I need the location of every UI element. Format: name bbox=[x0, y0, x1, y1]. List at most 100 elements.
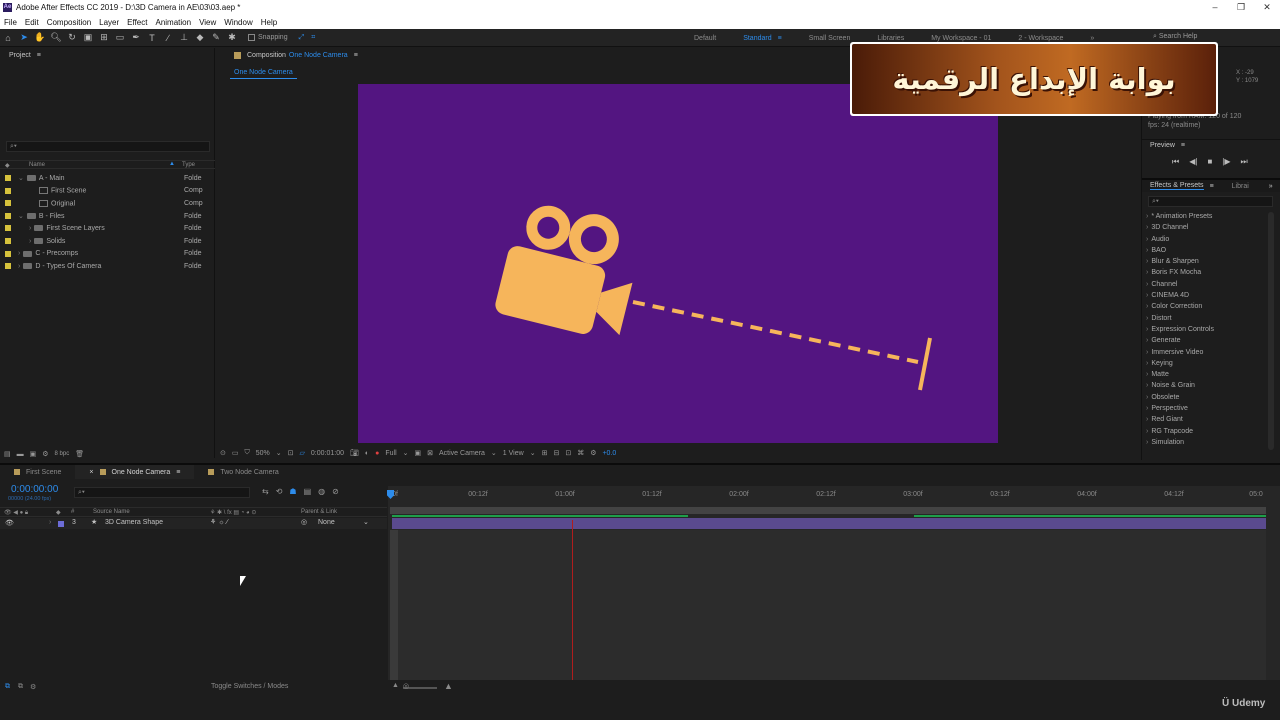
first-frame-button[interactable]: ⏮ bbox=[1172, 157, 1179, 167]
draft-3d-icon[interactable]: ⟲ bbox=[276, 487, 283, 496]
shy-layers-icon[interactable]: ☗ bbox=[289, 487, 296, 496]
new-folder-icon[interactable]: ▬ bbox=[17, 451, 24, 458]
type-column-header[interactable]: Type bbox=[182, 162, 195, 168]
disclosure-arrow-icon[interactable]: › bbox=[18, 263, 20, 270]
exposure-value[interactable]: +0.0 bbox=[602, 450, 616, 457]
effect-category[interactable]: › 3D Channel bbox=[1146, 222, 1266, 233]
expand-layer-arrow-icon[interactable]: › bbox=[49, 519, 51, 526]
transparency-icon[interactable]: ⛉ bbox=[245, 449, 250, 457]
camera-tool-icon[interactable]: ▣ bbox=[80, 31, 96, 45]
zoom-tool-icon[interactable]: 🔍︎ bbox=[48, 31, 64, 45]
workspace-menu-icon[interactable]: ≡ bbox=[778, 35, 782, 42]
preview-panel-title[interactable]: Preview bbox=[1150, 142, 1175, 149]
dropdown-arrow-icon[interactable]: ⌄ bbox=[363, 518, 369, 526]
parent-dropdown[interactable]: None bbox=[318, 519, 335, 526]
snap-edges-icon[interactable]: ⤢ bbox=[299, 34, 305, 42]
delete-icon[interactable]: 🗑︎ bbox=[75, 450, 84, 458]
panel-menu-icon[interactable]: ≡ bbox=[354, 52, 358, 59]
panel-overflow-icon[interactable]: » bbox=[1269, 183, 1273, 190]
workspace-small-screen[interactable]: Small Screen bbox=[809, 35, 851, 42]
menu-effect[interactable]: Effect bbox=[123, 18, 151, 27]
toggle-switches-modes[interactable]: Toggle Switches / Modes bbox=[211, 683, 288, 690]
layer-duration-bar[interactable] bbox=[392, 518, 1266, 529]
preview-icon[interactable]: ▭ bbox=[232, 449, 239, 457]
exposure-icon[interactable]: ⚙ bbox=[590, 449, 596, 457]
pick-whip-icon[interactable]: ◎ bbox=[301, 518, 307, 526]
menu-layer[interactable]: Layer bbox=[95, 18, 123, 27]
rectangle-tool-icon[interactable]: ▭ bbox=[112, 31, 128, 45]
workspace-libraries[interactable]: Libraries bbox=[877, 35, 904, 42]
project-search-input[interactable]: ⌕▾ bbox=[6, 141, 210, 152]
composition-panel-label[interactable]: Composition bbox=[247, 52, 286, 59]
hand-tool-icon[interactable]: ✋ bbox=[32, 31, 48, 45]
workspace-my-workspace[interactable]: My Workspace - 01 bbox=[931, 35, 991, 42]
dropdown-arrow-icon[interactable]: ⌄ bbox=[403, 449, 409, 457]
effect-category[interactable]: › Perspective bbox=[1146, 403, 1266, 414]
panel-menu-icon[interactable]: ≡ bbox=[1210, 183, 1214, 190]
label-column-icon[interactable]: ◆ bbox=[5, 162, 10, 169]
label-color-swatch[interactable] bbox=[5, 250, 11, 257]
effect-category[interactable]: › Red Giant bbox=[1146, 414, 1266, 425]
menu-edit[interactable]: Edit bbox=[21, 18, 43, 27]
workspace-standard[interactable]: Standard ≡ bbox=[743, 35, 782, 42]
layer-label-swatch[interactable] bbox=[58, 521, 64, 527]
roto-brush-tool-icon[interactable]: ✎ bbox=[208, 31, 224, 45]
current-time-indicator[interactable] bbox=[572, 520, 573, 680]
project-settings-icon[interactable]: ⚙ bbox=[42, 450, 48, 458]
project-item[interactable]: › First Scene Layers Folde bbox=[0, 222, 215, 235]
effect-category[interactable]: › Color Correction bbox=[1146, 301, 1266, 312]
transfer-controls-icon[interactable]: ⧉ bbox=[18, 683, 23, 691]
home-icon[interactable]: ⌂ bbox=[0, 31, 16, 45]
effect-category[interactable]: › RG Trapcode bbox=[1146, 426, 1266, 437]
project-item[interactable]: › D - Types Of Camera Folde bbox=[0, 260, 215, 273]
motion-blur-icon[interactable]: ◍ bbox=[318, 487, 325, 496]
disclosure-arrow-icon[interactable]: › bbox=[29, 225, 31, 232]
effect-category[interactable]: › BAO bbox=[1146, 245, 1266, 256]
name-column-header[interactable]: Name bbox=[29, 162, 45, 168]
fast-previews-icon[interactable]: ⊟ bbox=[553, 449, 559, 457]
pen-tool-icon[interactable]: ✒ bbox=[128, 31, 144, 45]
project-item[interactable]: › C - Precomps Folde bbox=[0, 248, 215, 261]
menu-animation[interactable]: Animation bbox=[151, 18, 195, 27]
snap-features-icon[interactable]: ⌗ bbox=[311, 34, 315, 42]
toggle-pixel-aspect-icon[interactable]: ⊞ bbox=[542, 449, 548, 457]
comp-mini-flowchart-icon[interactable]: ⇆ bbox=[262, 487, 269, 496]
project-item[interactable]: First Scene Comp bbox=[0, 185, 215, 198]
timeline-tab[interactable]: Two Node Camera bbox=[194, 465, 292, 479]
zoom-out-icon[interactable]: ▲ bbox=[392, 682, 399, 689]
effect-category[interactable]: › Matte bbox=[1146, 369, 1266, 380]
label-color-swatch[interactable] bbox=[5, 237, 11, 244]
dropdown-arrow-icon[interactable]: ⌄ bbox=[276, 449, 282, 457]
in-out-icon[interactable]: ⚙ bbox=[30, 683, 36, 691]
libraries-tab[interactable]: Librai bbox=[1232, 183, 1249, 190]
3d-view-dropdown[interactable]: Active Camera bbox=[439, 450, 485, 457]
project-item[interactable]: ⌄ B - Files Folde bbox=[0, 210, 215, 223]
dropdown-arrow-icon[interactable]: ⌄ bbox=[491, 449, 497, 457]
always-preview-icon[interactable]: ⊙ bbox=[220, 449, 226, 457]
last-frame-button[interactable]: ⏭ bbox=[1241, 157, 1248, 167]
project-item[interactable]: ⌄ A - Main Folde bbox=[0, 172, 215, 185]
type-tool-icon[interactable]: T bbox=[144, 31, 160, 45]
work-area-bar[interactable] bbox=[390, 507, 1266, 514]
disclosure-arrow-icon[interactable]: › bbox=[18, 250, 20, 257]
current-timecode[interactable]: 0:00:00:00 bbox=[11, 484, 58, 495]
project-item[interactable]: › Solids Folde bbox=[0, 235, 215, 248]
view-layout-dropdown[interactable]: 1 View bbox=[503, 450, 524, 457]
menu-help[interactable]: Help bbox=[257, 18, 281, 27]
flowchart-icon[interactable]: ⌘ bbox=[577, 449, 584, 457]
timeline-icon[interactable]: ⊡ bbox=[565, 449, 571, 457]
show-channel-icon[interactable]: ◐ bbox=[365, 450, 369, 457]
close-tab-icon[interactable]: × bbox=[89, 469, 93, 476]
timeline-empty-area[interactable] bbox=[390, 530, 1266, 680]
rgb-channel-icon[interactable]: ● bbox=[375, 450, 379, 457]
project-item[interactable]: Original Comp bbox=[0, 197, 215, 210]
previous-frame-button[interactable]: ◀| bbox=[1189, 157, 1197, 167]
effect-category[interactable]: › Noise & Grain bbox=[1146, 380, 1266, 391]
workspace-default[interactable]: Default bbox=[694, 35, 716, 42]
new-composition-icon[interactable]: ▣ bbox=[30, 450, 37, 458]
menu-file[interactable]: File bbox=[0, 18, 21, 27]
zoom-in-icon[interactable]: ▲ bbox=[444, 681, 453, 691]
layer-row[interactable]: 👁︎ › 3 ★ 3D Camera Shape ⚘ ☼ ∕ ◎ None ⌄ bbox=[0, 518, 387, 529]
label-color-swatch[interactable] bbox=[5, 212, 11, 219]
effect-category[interactable]: › Distort bbox=[1146, 313, 1266, 324]
